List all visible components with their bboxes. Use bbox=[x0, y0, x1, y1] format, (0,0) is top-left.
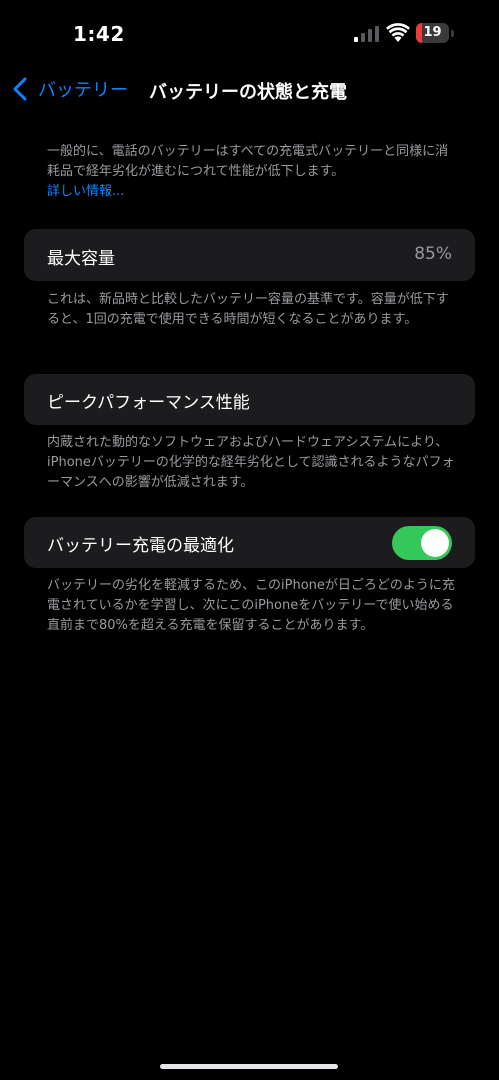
toggle-knob bbox=[421, 529, 449, 557]
peak-performance-cell[interactable]: ピークパフォーマンス性能 bbox=[24, 374, 475, 425]
battery-level: 19 bbox=[423, 25, 442, 40]
page-title: バッテリーの状態と充電 bbox=[149, 82, 347, 103]
battery-icon: 19 bbox=[416, 23, 454, 43]
intro-text: 一般的に、電話のバッテリーはすべての充電式バッテリーと同様に消耗品で経年劣化が進… bbox=[47, 144, 449, 179]
max-capacity-label: 最大容量 bbox=[47, 249, 115, 269]
chevron-left-icon bbox=[13, 77, 27, 101]
optimized-charging-footnote: バッテリーの劣化を軽減するため、このiPhoneが日ごろどのように充電されている… bbox=[47, 578, 455, 633]
battery-body: 19 bbox=[416, 23, 449, 43]
status-time: 1:42 bbox=[73, 22, 125, 46]
max-capacity-value: 85% bbox=[414, 244, 452, 264]
intro-section: 一般的に、電話のバッテリーはすべての充電式バッテリーと同様に消耗品で経年劣化が進… bbox=[47, 142, 457, 202]
peak-performance-label: ピークパフォーマンス性能 bbox=[47, 393, 250, 413]
optimized-charging-cell: バッテリー充電の最適化 bbox=[24, 517, 475, 568]
peak-performance-footnote: 内蔵された動的なソフトウェアおよびハードウェアシステムにより、iPhoneバッテ… bbox=[47, 435, 455, 490]
wifi-icon bbox=[386, 23, 410, 42]
battery-nub bbox=[451, 30, 454, 37]
max-capacity-footnote: これは、新品時と比較したバッテリー容量の基準です。容量が低下すると、1回の充電で… bbox=[47, 292, 449, 327]
learn-more-link[interactable]: 詳しい情報... bbox=[47, 182, 457, 202]
cellular-signal-icon bbox=[354, 26, 379, 42]
back-button[interactable]: バッテリー bbox=[12, 76, 128, 102]
optimized-charging-toggle[interactable] bbox=[392, 526, 452, 560]
optimized-charging-label: バッテリー充電の最適化 bbox=[47, 536, 234, 556]
status-bar: 1:42 19 bbox=[0, 0, 499, 66]
home-indicator bbox=[160, 1064, 338, 1069]
navigation-bar: バッテリー バッテリーの状態と充電 bbox=[0, 66, 499, 112]
max-capacity-cell: 最大容量 85% bbox=[24, 229, 475, 281]
back-label: バッテリー bbox=[38, 80, 128, 101]
